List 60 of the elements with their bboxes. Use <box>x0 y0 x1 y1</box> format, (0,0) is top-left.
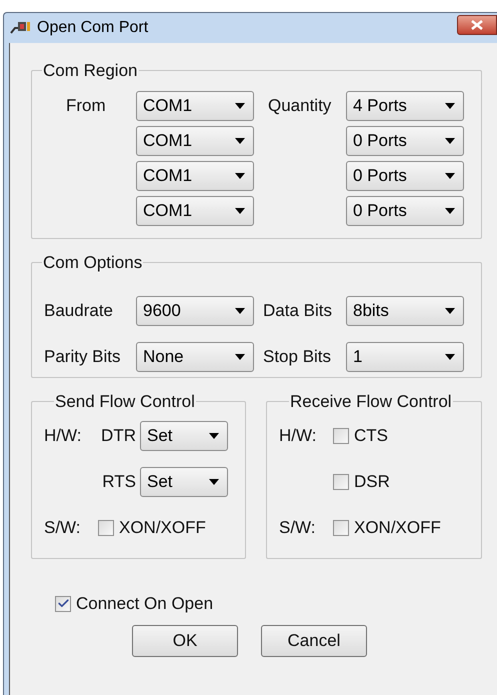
dropdown[interactable]: Set <box>140 420 228 450</box>
group-title: Send Flow Control <box>54 391 196 413</box>
row-label: S/W: <box>44 518 81 537</box>
caret-icon <box>209 478 219 484</box>
dropdown[interactable]: COM1 <box>136 160 254 190</box>
dropdown[interactable]: 1 <box>346 342 464 372</box>
field-label: Quantity <box>268 96 332 115</box>
dropdown[interactable]: 0 Ports <box>346 126 464 156</box>
checkbox[interactable] <box>333 520 349 536</box>
caret-icon <box>445 354 455 360</box>
caret-icon <box>209 432 219 438</box>
dropdown[interactable]: 0 Ports <box>346 196 464 226</box>
group-title: Com Region <box>42 60 138 82</box>
caret-icon <box>445 138 455 144</box>
dropdown[interactable]: 9600 <box>136 296 254 326</box>
checkbox[interactable] <box>333 428 349 444</box>
device-icon <box>9 20 31 36</box>
checkbox-label: XON/XOFF <box>354 516 441 539</box>
checkbox[interactable] <box>98 520 114 536</box>
row-label: H/W: <box>279 426 316 445</box>
caret-icon <box>235 138 245 144</box>
checkbox-label: DSR <box>354 470 390 493</box>
dropdown[interactable]: COM1 <box>136 126 254 156</box>
caret-icon <box>445 102 455 108</box>
field-label: From <box>66 96 106 115</box>
dropdown[interactable]: COM1 <box>136 196 254 226</box>
field-label: DTR <box>100 424 137 447</box>
dropdown[interactable]: COM1 <box>136 90 254 120</box>
field-label: Baudrate <box>44 300 113 320</box>
dropdown[interactable]: 8bits <box>346 296 464 326</box>
dialog-button[interactable]: Cancel <box>261 624 367 656</box>
checkbox[interactable] <box>333 474 349 490</box>
caret-icon <box>235 308 245 314</box>
field-label: RTS <box>101 470 137 493</box>
caret-icon <box>235 208 245 214</box>
field-label: Stop Bits <box>263 346 332 366</box>
checkbox-label: CTS <box>354 424 388 447</box>
close-button[interactable] <box>457 15 497 35</box>
group-title: Com Options <box>42 252 144 274</box>
caret-icon <box>445 172 455 178</box>
dropdown[interactable]: None <box>136 342 254 372</box>
field-label: Data Bits <box>263 300 332 320</box>
group-title: Receive Flow Control <box>289 391 453 413</box>
window-title: Open Com Port <box>37 18 148 38</box>
checkbox-label: Connect On Open <box>76 593 214 615</box>
checkbox[interactable] <box>55 596 71 612</box>
caret-icon <box>235 354 245 360</box>
caret-icon <box>445 208 455 214</box>
caret-icon <box>235 172 245 178</box>
caret-icon <box>445 308 455 314</box>
checkbox-label: XON/XOFF <box>119 516 206 539</box>
row-label: H/W: <box>44 426 82 445</box>
dialog-button[interactable]: OK <box>132 624 238 656</box>
field-label: Parity Bits <box>44 346 121 366</box>
dropdown[interactable]: 4 Ports <box>346 90 464 120</box>
dropdown[interactable]: Set <box>140 466 228 496</box>
row-label: S/W: <box>279 518 316 537</box>
close-icon <box>471 20 483 30</box>
dropdown[interactable]: 0 Ports <box>346 160 464 190</box>
caret-icon <box>235 102 245 108</box>
